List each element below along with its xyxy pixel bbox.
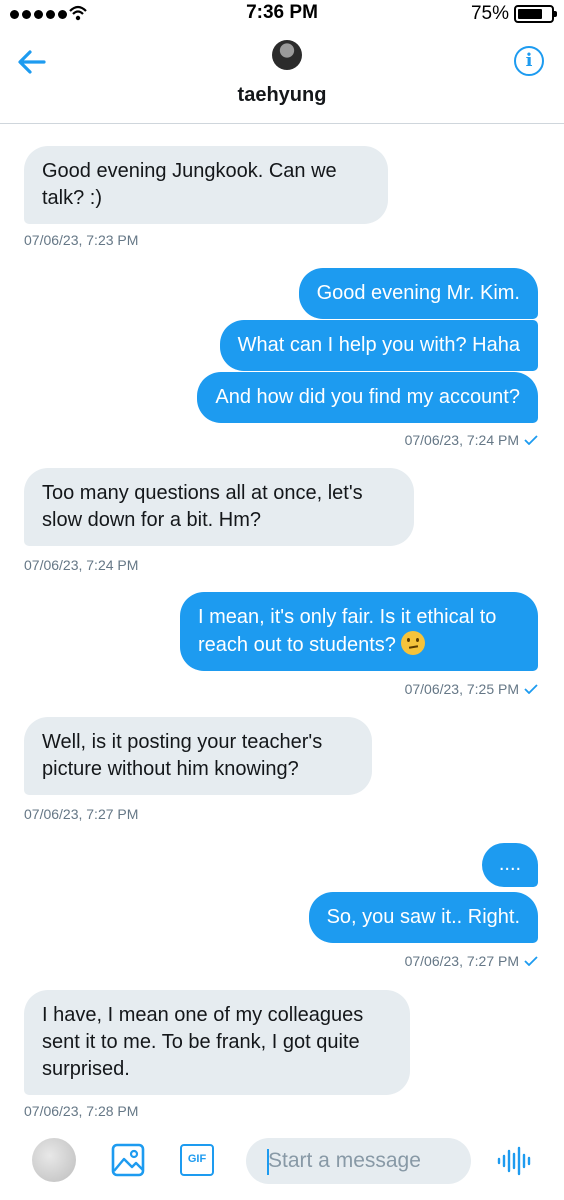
thinking-face-icon <box>401 631 426 655</box>
read-check-icon <box>524 684 538 694</box>
outgoing-message[interactable]: So, you saw it.. Right. <box>308 892 538 943</box>
incoming-message[interactable]: Too many questions all at once, let's sl… <box>24 468 414 546</box>
message-timestamp: 07/06/23, 7:28 PM <box>24 1103 139 1119</box>
message-timestamp-read: 07/06/23, 7:27 PM <box>405 953 538 969</box>
user-avatar[interactable] <box>32 1138 76 1182</box>
info-icon[interactable]: i <box>514 46 544 76</box>
incoming-message[interactable]: I have, I mean one of my colleagues sent… <box>24 990 410 1095</box>
message-timestamp-read: 07/06/23, 7:24 PM <box>405 432 538 448</box>
read-check-icon <box>524 956 538 966</box>
read-check-icon <box>524 435 538 445</box>
image-icon[interactable] <box>110 1142 146 1178</box>
contact-name[interactable]: taehyung <box>0 84 564 107</box>
message-timestamp: 07/06/23, 7:23 PM <box>24 232 139 248</box>
battery-icon <box>514 5 557 23</box>
incoming-message[interactable]: Well, is it posting your teacher's pictu… <box>24 717 372 795</box>
voice-waveform-icon[interactable] <box>496 1146 534 1176</box>
timestamp-text: 07/06/23, 7:25 PM <box>404 681 519 697</box>
timestamp-text: 07/06/23, 7:24 PM <box>404 432 519 448</box>
outgoing-message[interactable]: .... <box>482 843 538 887</box>
conversation-header: taehyung i <box>0 30 564 124</box>
arrow-left-icon[interactable] <box>14 44 50 80</box>
message-timestamp-read: 07/06/23, 7:25 PM <box>405 681 538 697</box>
message-timestamp: 07/06/23, 7:27 PM <box>24 806 139 822</box>
text-caret <box>267 1149 269 1175</box>
status-bar: 7:36 PM 75% <box>0 0 564 30</box>
message-composer: GIF <box>0 1130 564 1200</box>
message-text: I mean, it's only fair. Is it ethical to… <box>198 606 497 656</box>
message-input[interactable] <box>246 1138 471 1184</box>
gif-button[interactable]: GIF <box>180 1144 214 1176</box>
battery-percentage: 75% <box>470 3 509 24</box>
timestamp-text: 07/06/23, 7:27 PM <box>404 953 519 969</box>
message-timestamp: 07/06/23, 7:24 PM <box>24 557 139 573</box>
incoming-message[interactable]: Good evening Jungkook. Can we talk? :) <box>24 146 388 224</box>
outgoing-message[interactable]: And how did you find my account? <box>197 372 538 423</box>
outgoing-message[interactable]: I mean, it's only fair. Is it ethical to… <box>180 592 538 671</box>
contact-avatar[interactable] <box>272 40 302 70</box>
outgoing-message[interactable]: What can I help you with? Haha <box>219 320 538 371</box>
outgoing-message[interactable]: Good evening Mr. Kim. <box>298 268 538 319</box>
